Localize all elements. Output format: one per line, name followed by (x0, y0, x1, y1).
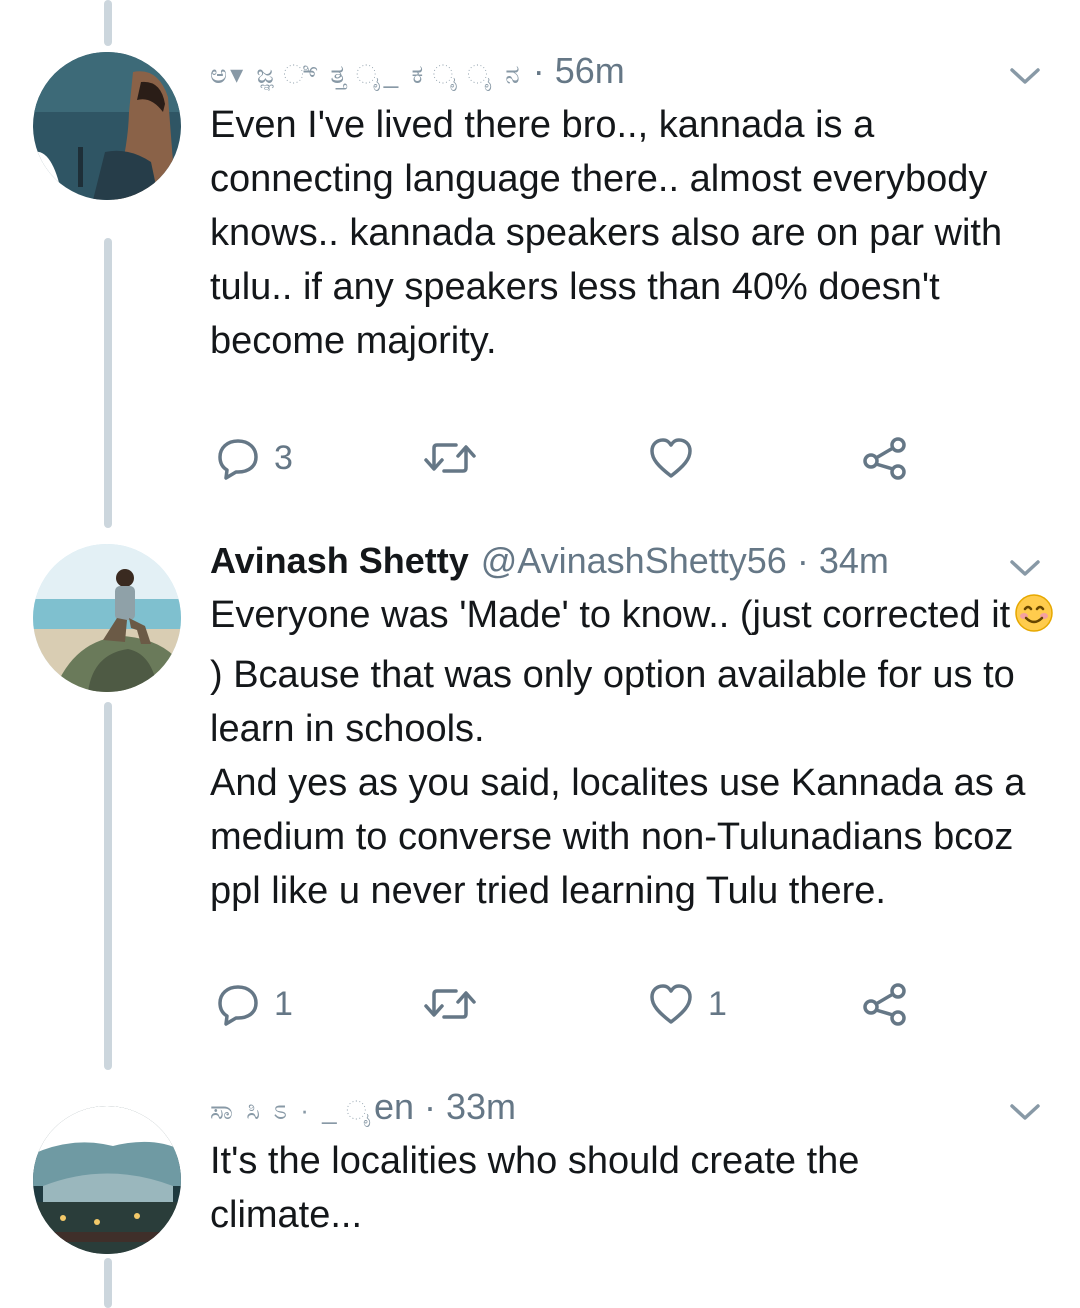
chevron-down-icon[interactable] (1008, 558, 1042, 578)
share-icon (863, 983, 906, 1026)
avatar[interactable] (33, 544, 181, 692)
separator: · (796, 540, 809, 581)
avatar[interactable] (33, 52, 181, 200)
timestamp[interactable]: 33m (446, 1086, 516, 1128)
reply-count: 1 (274, 984, 293, 1023)
tweet-text-part-2: ) Bcause that was only option available … (210, 654, 1015, 750)
tweet-header: ಅ▾ ಜ್ಞ ಿ್ ತ್ತ ೖ_ ಕ ೖ ೖ ನ · 56m (210, 50, 980, 94)
heart-icon (650, 984, 692, 1024)
share-button[interactable] (862, 982, 908, 1026)
retweet-button[interactable] (422, 436, 492, 480)
tweet-text-part-1: Everyone was 'Made' to know.. (just corr… (210, 594, 1011, 636)
tweet-text: Everyone was 'Made' to know.. (just corr… (210, 588, 1060, 918)
retweet-icon (424, 989, 476, 1019)
timestamp[interactable]: 34m (819, 540, 889, 582)
like-count: 1 (708, 984, 727, 1023)
avatar[interactable] (33, 1106, 181, 1254)
reply-button[interactable]: 1 (216, 982, 293, 1026)
like-button[interactable]: 1 (648, 982, 727, 1026)
tweet-2[interactable]: Avinash Shetty @AvinashShetty56 · 34m Ev… (0, 510, 1080, 1070)
tweet-3[interactable]: ಸಾ ಸಿ ಽ · _ ೖ en · 33m It's the localiti… (0, 1070, 1080, 1308)
retweet-button[interactable] (422, 982, 492, 1026)
redacted-user: ಅ▾ ಜ್ಞ ಿ್ ತ್ತ ೖ_ ಕ ೖ ೖ ನ (210, 59, 523, 89)
reply-count: 3 (274, 438, 293, 477)
tweet-header: Avinash Shetty @AvinashShetty56 · 34m (210, 540, 980, 584)
tweet-text-part-3: And yes as you said, localites use Kanna… (210, 762, 1026, 912)
separator: · (532, 50, 545, 91)
chevron-down-icon[interactable] (1008, 66, 1042, 86)
chevron-down-icon[interactable] (1008, 1102, 1042, 1122)
tweet-actions: 1 1 (210, 982, 930, 1026)
reply-icon (218, 985, 258, 1026)
separator: · (424, 1086, 437, 1127)
user-handle-fragment[interactable]: en (374, 1086, 414, 1128)
share-button[interactable] (862, 436, 908, 480)
timestamp[interactable]: 56m (555, 50, 625, 92)
reply-button[interactable]: 3 (216, 436, 293, 480)
redacted-user: ಸಾ ಸಿ ಽ · _ ೖ (210, 1095, 374, 1125)
smiling-face-icon (1014, 593, 1054, 648)
user-handle[interactable]: @AvinashShetty56 (481, 540, 787, 582)
tweet-actions: 3 (210, 436, 930, 480)
reply-icon (218, 439, 258, 480)
share-icon (863, 437, 906, 480)
like-button[interactable] (648, 436, 708, 480)
user-name[interactable]: Avinash Shetty (210, 540, 469, 582)
retweet-icon (424, 443, 476, 473)
tweet-header: ಸಾ ಸಿ ಽ · _ ೖ en · 33m (210, 1086, 980, 1130)
tweet-text: Even I've lived there bro.., kannada is … (210, 104, 1003, 362)
tweet-1[interactable]: ಅ▾ ಜ್ಞ ಿ್ ತ್ತ ೖ_ ಕ ೖ ೖ ನ · 56m Even I've… (0, 0, 1080, 510)
tweet-text: It's the localities who should create th… (210, 1140, 860, 1236)
heart-icon (650, 438, 692, 478)
